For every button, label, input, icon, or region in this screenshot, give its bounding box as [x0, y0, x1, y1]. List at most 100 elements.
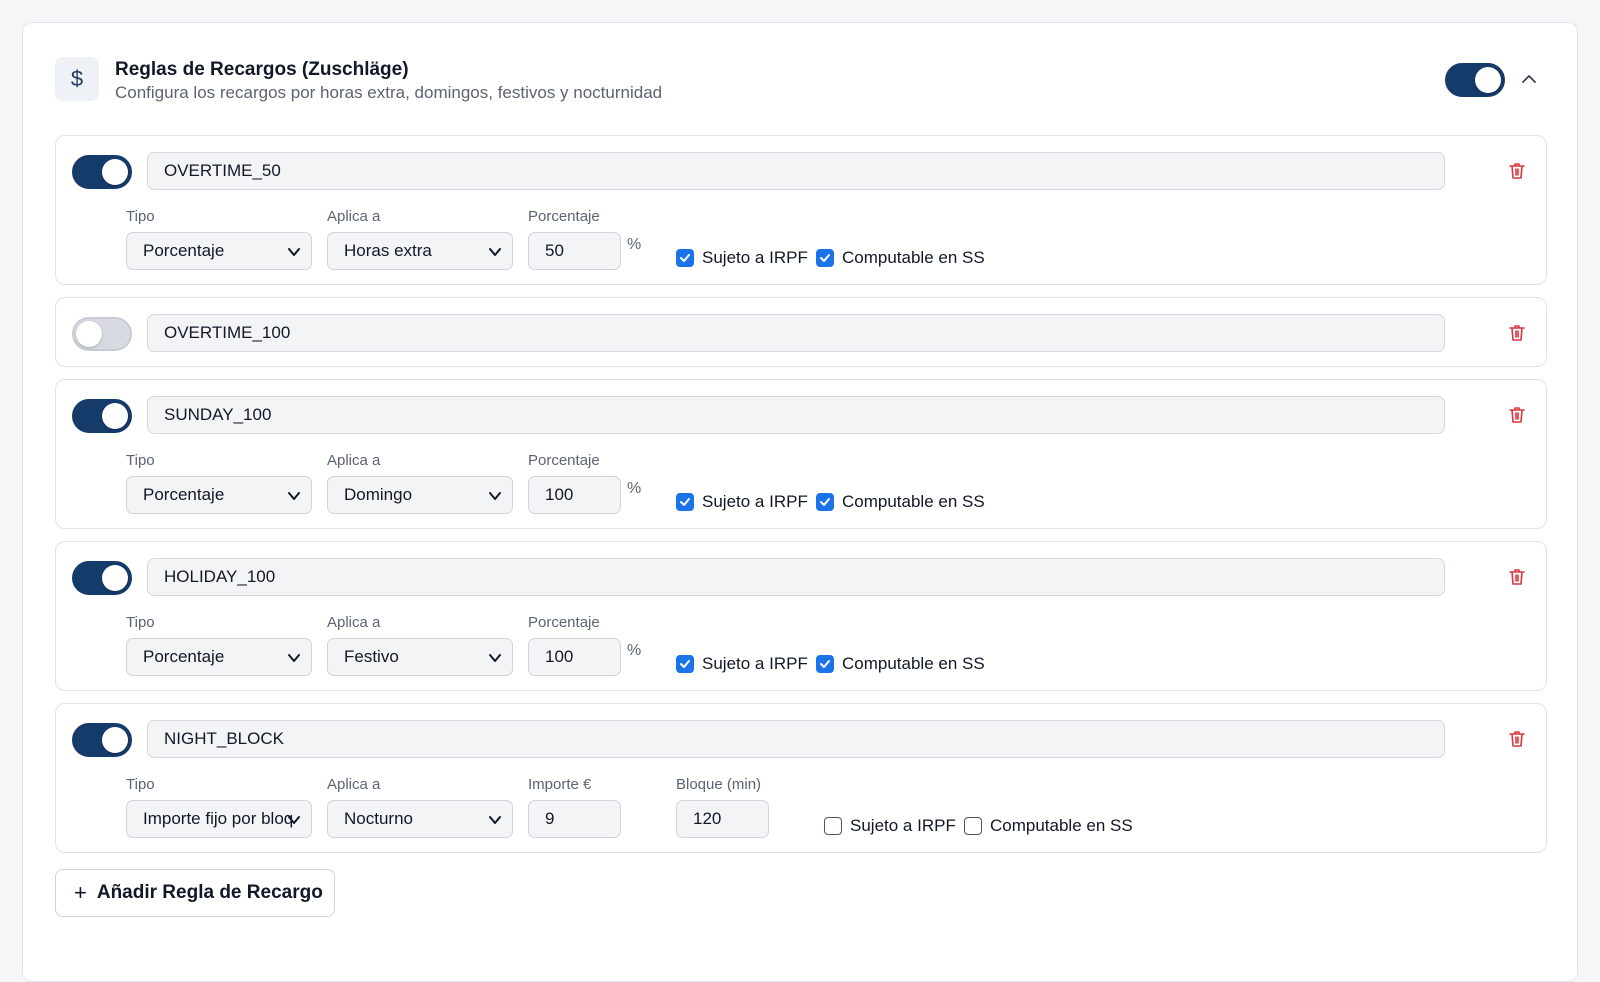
irpf-checkbox[interactable]: Sujeto a IRPF: [676, 248, 808, 268]
aplica-value: Domingo: [344, 485, 413, 504]
chevron-up-icon: [1522, 75, 1536, 83]
percent-unit: %: [627, 480, 642, 497]
rule-enable-toggle[interactable]: [72, 317, 132, 351]
check-icon: [680, 498, 690, 506]
trash-icon[interactable]: [1506, 404, 1528, 426]
ss-label: Computable en SS: [842, 492, 985, 511]
card-title: Reglas de Recargos (Zuschläge): [115, 59, 409, 80]
checkbox-box: [816, 493, 834, 511]
tipo-select[interactable]: Porcentaje: [126, 476, 312, 514]
porcentaje-label: Porcentaje: [528, 614, 600, 631]
check-icon: [680, 660, 690, 668]
chevron-down-icon: [288, 248, 300, 256]
chevron-down-icon: [489, 492, 501, 500]
importe-label: Importe €: [528, 776, 592, 793]
chevron-down-icon: [288, 492, 300, 500]
chevron-down-icon: [489, 248, 501, 256]
percent-unit: %: [627, 642, 642, 659]
chevron-down-icon: [288, 654, 300, 662]
toggle-knob: [1475, 67, 1501, 93]
ss-label: Computable en SS: [990, 816, 1133, 835]
aplica-select[interactable]: Festivo: [327, 638, 513, 676]
checkbox-box: [676, 493, 694, 511]
rule-name-input[interactable]: [147, 314, 1445, 352]
trash-icon[interactable]: [1506, 566, 1528, 588]
toggle-knob: [102, 159, 128, 185]
chevron-down-icon: [489, 654, 501, 662]
rule-fields: Tipo Importe fijo por bloq Aplica a Noct…: [126, 776, 1526, 846]
toggle-knob: [76, 321, 102, 347]
rule-name-input[interactable]: [147, 720, 1445, 758]
irpf-label: Sujeto a IRPF: [850, 816, 956, 835]
rule-name-input[interactable]: [147, 396, 1445, 434]
checkbox-box: [676, 249, 694, 267]
check-icon: [820, 660, 830, 668]
tipo-value: Importe fijo por bloq: [143, 809, 294, 828]
rule-card-overtime-100: [55, 297, 1547, 367]
aplica-select[interactable]: Domingo: [327, 476, 513, 514]
tipo-label: Tipo: [126, 614, 155, 631]
tipo-select[interactable]: Porcentaje: [126, 232, 312, 270]
rule-name-input[interactable]: [147, 152, 1445, 190]
irpf-checkbox[interactable]: Sujeto a IRPF: [824, 816, 956, 836]
toggle-switch[interactable]: [1445, 63, 1505, 97]
tipo-label: Tipo: [126, 208, 155, 225]
checkbox-box: [824, 817, 842, 835]
porcentaje-label: Porcentaje: [528, 452, 600, 469]
ss-checkbox[interactable]: Computable en SS: [816, 248, 985, 268]
checkbox-box: [964, 817, 982, 835]
tipo-label: Tipo: [126, 776, 155, 793]
ss-label: Computable en SS: [842, 654, 985, 673]
porcentaje-input[interactable]: 100: [528, 476, 621, 514]
tipo-value: Porcentaje: [143, 647, 225, 666]
trash-icon[interactable]: [1506, 160, 1528, 182]
irpf-label: Sujeto a IRPF: [702, 492, 808, 511]
rule-card-overtime-50: Tipo Porcentaje Aplica a Horas extra Por…: [55, 135, 1547, 285]
check-icon: [820, 254, 830, 262]
ss-checkbox[interactable]: Computable en SS: [816, 654, 985, 674]
rule-name-input[interactable]: [147, 558, 1445, 596]
toggle-knob: [102, 403, 128, 429]
irpf-label: Sujeto a IRPF: [702, 248, 808, 267]
checkbox-box: [816, 249, 834, 267]
porcentaje-input[interactable]: 50: [528, 232, 621, 270]
importe-input[interactable]: 9: [528, 800, 621, 838]
ss-checkbox[interactable]: Computable en SS: [816, 492, 985, 512]
bloque-input[interactable]: 120: [676, 800, 769, 838]
collapse-button[interactable]: [1513, 63, 1545, 95]
aplica-select[interactable]: Nocturno: [327, 800, 513, 838]
rule-fields: Tipo Porcentaje Aplica a Domingo Porcent…: [126, 452, 1526, 522]
tipo-select[interactable]: Importe fijo por bloq: [126, 800, 312, 838]
plus-icon: +: [74, 880, 87, 905]
trash-icon[interactable]: [1506, 728, 1528, 750]
irpf-checkbox[interactable]: Sujeto a IRPF: [676, 654, 808, 674]
rule-enable-toggle[interactable]: [72, 399, 132, 433]
tipo-label: Tipo: [126, 452, 155, 469]
aplica-label: Aplica a: [327, 614, 381, 631]
check-icon: [680, 254, 690, 262]
aplica-label: Aplica a: [327, 208, 381, 225]
checkbox-box: [816, 655, 834, 673]
toggle-knob: [102, 727, 128, 753]
rule-card-night-block: Tipo Importe fijo por bloq Aplica a Noct…: [55, 703, 1547, 853]
card-subtitle: Configura los recargos por horas extra, …: [115, 83, 663, 102]
porcentaje-label: Porcentaje: [528, 208, 600, 225]
aplica-select[interactable]: Horas extra: [327, 232, 513, 270]
aplica-value: Nocturno: [344, 809, 413, 828]
rule-enable-toggle[interactable]: [72, 155, 132, 189]
aplica-value: Festivo: [344, 647, 399, 666]
rule-fields: Tipo Porcentaje Aplica a Festivo Porcent…: [126, 614, 1526, 684]
rule-enable-toggle[interactable]: [72, 561, 132, 595]
tipo-select[interactable]: Porcentaje: [126, 638, 312, 676]
irpf-checkbox[interactable]: Sujeto a IRPF: [676, 492, 808, 512]
card-header: $ Reglas de Recargos (Zuschläge) Configu…: [55, 57, 1545, 105]
porcentaje-input[interactable]: 100: [528, 638, 621, 676]
rule-enable-toggle[interactable]: [72, 723, 132, 757]
tipo-value: Porcentaje: [143, 241, 225, 260]
ss-checkbox[interactable]: Computable en SS: [964, 816, 1133, 836]
dollar-icon: $: [55, 57, 99, 101]
trash-icon[interactable]: [1506, 322, 1528, 344]
ss-label: Computable en SS: [842, 248, 985, 267]
master-enable-toggle[interactable]: [1445, 63, 1505, 97]
add-rule-button[interactable]: + Añadir Regla de Recargo: [55, 869, 335, 917]
